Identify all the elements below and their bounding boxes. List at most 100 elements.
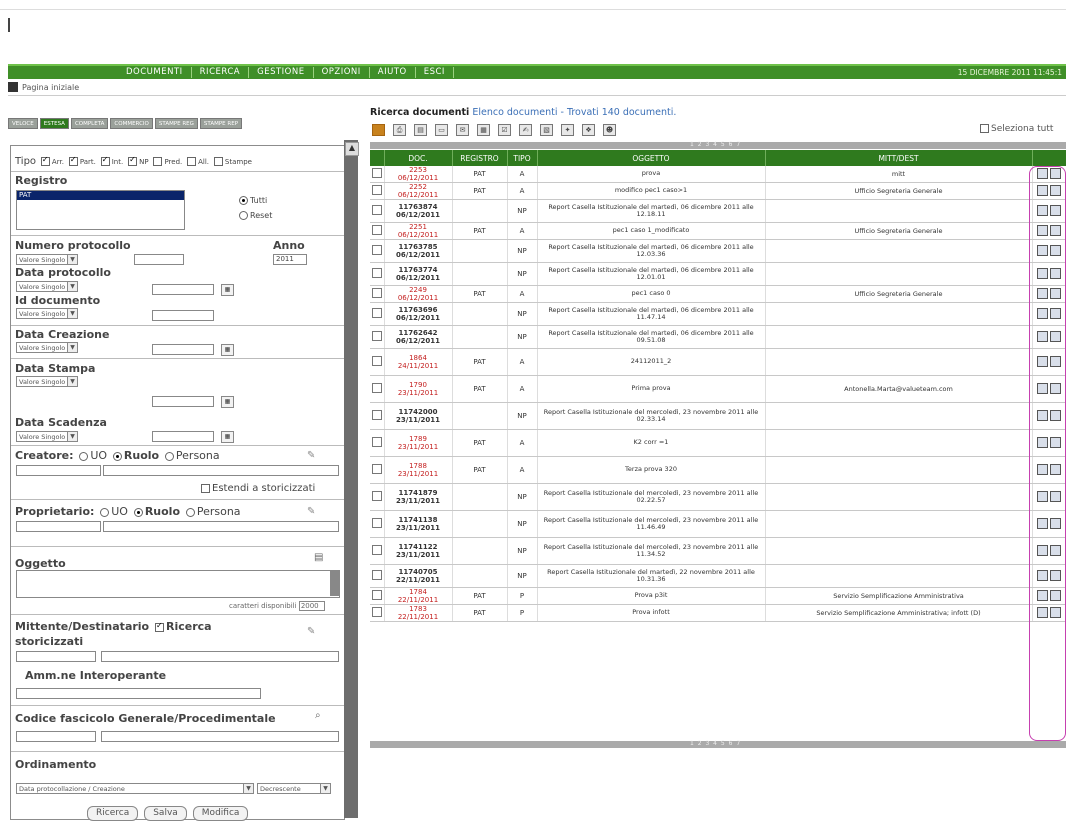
ricerca-button[interactable]: Ricerca: [87, 806, 139, 821]
table-row[interactable]: 2249 06/12/2011 PAT Apec1 caso 0 Ufficio Seg…: [370, 285, 1066, 303]
tipo-arr-checkbox[interactable]: [40, 155, 50, 166]
salva-button[interactable]: Salva: [144, 806, 187, 821]
ordinamento-field-select[interactable]: Data protocollazione / Creazione ▼: [16, 783, 254, 794]
row-checkbox-cell[interactable]: [370, 375, 385, 403]
row-checkbox-cell[interactable]: [370, 222, 385, 240]
creatore-ruolo-radio[interactable]: [112, 451, 122, 461]
numero-protocollo-input[interactable]: [134, 254, 184, 265]
doc-cell[interactable]: 1784 22/11/2011: [384, 587, 453, 605]
id-documento-mode-select[interactable]: Valore Singolo ▼: [16, 308, 78, 319]
row-checkbox-cell[interactable]: [370, 456, 385, 484]
tipo-part-checkbox[interactable]: [68, 155, 78, 166]
transmit-icon[interactable]: ✉: [456, 124, 469, 136]
data-stampa-mode-select[interactable]: Valore Singolo ▼: [16, 376, 78, 387]
tipo-np-checkbox[interactable]: [128, 155, 138, 166]
table-row[interactable]: 1790 23/11/2011 PAT A Prima prova Antonella.M…: [370, 375, 1066, 403]
sign-icon[interactable]: ✍: [519, 124, 532, 136]
codice-desc-input[interactable]: [101, 731, 339, 742]
data-creazione-mode-select[interactable]: Valore Singolo ▼: [16, 342, 78, 353]
menu-opzioni[interactable]: OPZIONI: [314, 67, 370, 78]
doc-cell[interactable]: 11742000 23/11/2011: [384, 402, 453, 430]
row-checkbox[interactable]: [372, 383, 382, 393]
doc-cell[interactable]: 11762642 06/12/2011: [384, 325, 453, 349]
data-protocollo-mode-select[interactable]: Valore Singolo ▼: [16, 281, 78, 292]
row-checkbox[interactable]: [372, 268, 382, 278]
document-icon[interactable]: ▤: [414, 124, 427, 136]
table-row[interactable]: 11763874 06/12/2011 NP Report Casella Istit…: [370, 199, 1066, 223]
creatore-persona-radio[interactable]: [164, 451, 174, 461]
row-checkbox[interactable]: [372, 356, 382, 366]
doc-number[interactable]: 2249: [387, 286, 450, 294]
doc-number[interactable]: 11742000: [387, 408, 450, 416]
table-row[interactable]: 1864 24/11/2011 PAT A 24112011_2: [370, 348, 1066, 376]
table-icon[interactable]: ▦: [477, 124, 490, 136]
amm-interoperante-input[interactable]: [16, 688, 261, 699]
doc-number[interactable]: 1783: [387, 605, 450, 613]
table-row[interactable]: 11763696 06/12/2011 NP Report Casella Istit…: [370, 302, 1066, 326]
codice-code-input[interactable]: [16, 731, 96, 742]
creatore-desc-input[interactable]: [103, 465, 339, 476]
home-link[interactable]: Pagina iniziale: [22, 83, 79, 92]
row-checkbox-cell[interactable]: [370, 587, 385, 605]
numero-mode-select[interactable]: Valore Singolo ▼: [16, 254, 78, 265]
export-icon[interactable]: [372, 124, 385, 136]
table-row[interactable]: 1789 23/11/2011 PAT A K2 corr =1: [370, 429, 1066, 457]
doc-cell[interactable]: 2251 06/12/2011: [384, 222, 453, 240]
table-row[interactable]: 11763785 06/12/2011 NP Report Casella Istit…: [370, 239, 1066, 263]
menu-gestione[interactable]: GESTIONE: [249, 67, 314, 78]
row-checkbox[interactable]: [372, 168, 382, 178]
doc-cell[interactable]: 1864 24/11/2011: [384, 348, 453, 376]
oggetto-textarea[interactable]: [16, 570, 340, 598]
pager-top-label[interactable]: 1 2 3 4 5 6 7: [690, 141, 741, 148]
row-checkbox-cell[interactable]: [370, 537, 385, 565]
row-checkbox[interactable]: [372, 225, 382, 235]
tipo-pred-checkbox[interactable]: [153, 157, 163, 166]
doc-cell[interactable]: 11763874 06/12/2011: [384, 199, 453, 223]
folder-icon[interactable]: ▭: [435, 124, 448, 136]
home-icon[interactable]: [8, 82, 18, 92]
stamp-icon[interactable]: ✦: [561, 124, 574, 136]
doc-number[interactable]: 11740705: [387, 568, 450, 576]
tipo-stampe-checkbox[interactable]: [213, 157, 223, 166]
tab-commercio[interactable]: COMMERCIO: [110, 118, 153, 129]
doc-number[interactable]: 11763774: [387, 266, 450, 274]
table-row[interactable]: 2252 06/12/2011 PAT Amodifico pec1 caso>1 Uf…: [370, 182, 1066, 200]
creatore-uo-radio[interactable]: [79, 451, 89, 461]
doc-cell[interactable]: 11763696 06/12/2011: [384, 302, 453, 326]
registro-listbox[interactable]: PAT: [16, 190, 185, 230]
doc-cell[interactable]: 1789 23/11/2011: [384, 429, 453, 457]
doc-cell[interactable]: 11763774 06/12/2011: [384, 262, 453, 286]
row-checkbox-cell[interactable]: [370, 510, 385, 538]
row-checkbox-cell[interactable]: [370, 285, 385, 303]
table-row[interactable]: 1784 22/11/2011 PAT P Prova p3it Servizio Sem…: [370, 587, 1066, 605]
row-checkbox-cell[interactable]: [370, 325, 385, 349]
doc-cell[interactable]: 2253 06/12/2011: [384, 166, 453, 183]
data-scadenza-mode-select[interactable]: Valore Singolo ▼: [16, 431, 78, 442]
tab-stampe-reg[interactable]: STAMPE REG: [154, 118, 198, 129]
row-checkbox-cell[interactable]: [370, 348, 385, 376]
modifica-button[interactable]: Modifica: [192, 806, 249, 821]
select-all-checkbox[interactable]: [980, 124, 989, 133]
doc-number[interactable]: 1864: [387, 354, 450, 362]
anno-input[interactable]: 2011: [273, 254, 307, 265]
calendar-icon[interactable]: ▦: [221, 396, 234, 408]
menu-esci[interactable]: ESCI: [416, 67, 454, 78]
row-checkbox[interactable]: [372, 410, 382, 420]
tab-stampe-rep[interactable]: STAMPE REP: [199, 118, 243, 129]
row-checkbox[interactable]: [372, 437, 382, 447]
table-row[interactable]: 11740705 22/11/2011 NP Report Casella Istit…: [370, 564, 1066, 588]
left-panel-scrollbar[interactable]: ▲: [344, 140, 359, 818]
row-checkbox-cell[interactable]: [370, 302, 385, 326]
table-row[interactable]: 11741879 23/11/2011 NP Report Casella Istit…: [370, 483, 1066, 511]
menu-ricerca[interactable]: RICERCA: [192, 67, 250, 78]
data-stampa-input[interactable]: [152, 396, 214, 407]
row-checkbox-cell[interactable]: [370, 166, 385, 183]
check-icon[interactable]: ☑: [498, 124, 511, 136]
doc-number[interactable]: 1789: [387, 435, 450, 443]
row-checkbox[interactable]: [372, 607, 382, 617]
users-icon[interactable]: ☻: [603, 124, 616, 136]
tipo-int-checkbox[interactable]: [100, 155, 110, 166]
calendar-icon[interactable]: ▦: [221, 431, 234, 443]
menu-documenti[interactable]: DOCUMENTI: [118, 67, 192, 78]
row-checkbox-cell[interactable]: [370, 182, 385, 200]
